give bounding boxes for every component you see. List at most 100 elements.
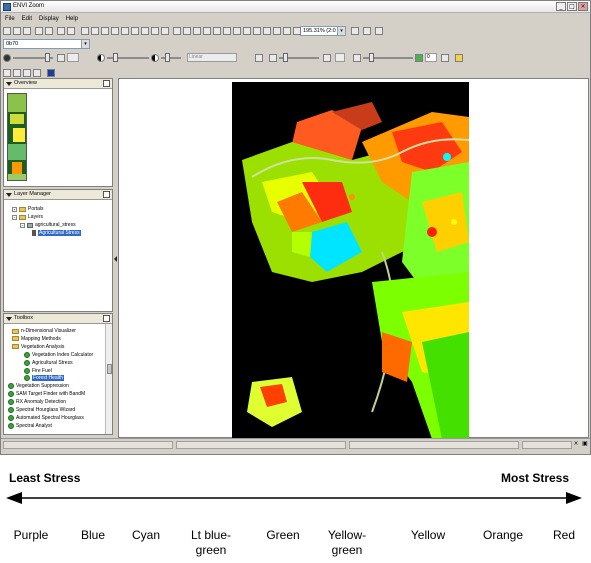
toolbox-item[interactable]: Fire Fuel [24,367,52,374]
collapse-icon[interactable]: − [12,214,17,220]
undo-icon[interactable] [57,27,65,35]
histogram-icon[interactable] [255,54,263,62]
rectangle-icon[interactable] [203,27,211,35]
arrow-icon[interactable] [173,27,181,35]
overview-header[interactable]: Overview [4,79,112,89]
collapse-left-icon[interactable] [114,256,117,262]
sharpen-slider-knob[interactable] [165,53,170,62]
menu-help[interactable]: Help [66,14,78,24]
collapse-icon[interactable] [6,193,12,197]
toolbox-item[interactable]: Automated Spectral Hourglass [8,414,84,421]
float-panel-icon[interactable] [103,191,110,198]
flicker-slider-knob[interactable] [369,53,374,62]
panel-toggle-icon[interactable]: ▣ [581,440,589,448]
collapse-icon[interactable] [6,82,12,86]
tree-item-agricultural-stress-raster[interactable]: − agricultural_stress [20,222,76,228]
toolbox-item[interactable]: RX Anomaly Detection [8,399,66,406]
band-combo[interactable]: 0b70 ▾ [3,39,90,49]
toolbox-item[interactable]: n-Dimensional Visualizer [12,328,76,334]
portal-icon[interactable] [415,54,423,62]
toolbox-item[interactable]: Vegetation Index Calculator [24,351,93,358]
polygon-icon[interactable] [183,27,191,35]
transparency-slider-knob[interactable] [283,53,288,62]
swipe-icon[interactable] [455,54,463,62]
save-icon[interactable] [23,27,31,35]
tree-item-portals[interactable]: + Portals [12,206,44,212]
crosshair-icon[interactable] [263,27,271,35]
freehand-icon[interactable] [233,27,241,35]
collapse-icon[interactable] [6,317,12,321]
toolbox-item[interactable]: Vegetation Analysis [12,344,64,350]
agricultural-stress-image[interactable] [232,82,469,439]
save-layer-icon[interactable] [13,69,21,77]
rotate-view-icon[interactable] [351,27,359,35]
zoom-icon[interactable] [273,27,281,35]
toolbox-item[interactable]: Spectral Analyst [8,422,52,429]
toolbox-item[interactable]: Spectral Hourglass Wizard [8,407,75,413]
layer-icon[interactable] [3,69,11,77]
menu-edit[interactable]: Edit [22,14,32,24]
open-icon[interactable] [13,27,21,35]
fly-icon[interactable] [111,27,119,35]
toolbox-scrollbar[interactable] [105,324,112,434]
close-icon[interactable]: × [572,440,580,448]
export-icon[interactable] [23,69,31,77]
contrast-slider-knob[interactable] [113,53,118,62]
tree-item-agricultural-stress-layer[interactable]: Agricultural Stress [32,230,81,236]
minimize-button[interactable]: _ [556,2,566,11]
chip-icon[interactable] [33,69,41,77]
toolbox-item[interactable]: Agricultural Stress [24,359,73,366]
pointer-icon[interactable] [81,27,89,35]
tree-item-layers[interactable]: − Layers [12,214,43,220]
overview-thumbnail[interactable] [7,93,27,181]
zoom-out-icon[interactable] [293,27,301,35]
toolbox-item[interactable]: Vegetation Suppression [8,383,69,390]
toolbox-item[interactable]: SAM Target Finder with BandM [8,391,85,398]
annotate-symbol-icon[interactable] [161,27,169,35]
annotate-text-icon[interactable] [151,27,159,35]
folder-icon [12,336,19,342]
layer-manager-header[interactable]: Layer Manager [4,190,112,200]
menu-file[interactable]: File [5,14,15,24]
flicker-rate-field[interactable]: 0 [425,53,437,62]
rotate-combo-icon[interactable] [363,27,371,35]
print-icon[interactable] [35,27,43,35]
layout-icon[interactable] [375,27,383,35]
ellipse-icon[interactable] [223,27,231,35]
picture-icon[interactable] [243,27,251,35]
collapse-icon[interactable]: − [20,222,25,228]
circle-icon[interactable] [193,27,201,35]
toolbox-item[interactable]: Mapping Methods [12,336,61,342]
menu-display[interactable]: Display [39,14,59,24]
redo-icon[interactable] [67,27,75,35]
pan-icon[interactable] [91,27,99,35]
reset-icon[interactable] [57,54,65,62]
scrollbar-thumb[interactable] [107,364,112,374]
select-icon[interactable] [121,27,129,35]
float-panel-icon[interactable] [103,80,110,87]
image-viewer[interactable] [118,78,589,439]
toolbox-item[interactable]: Forest Health [24,375,65,382]
maximize-button[interactable]: □ [567,2,577,11]
zoom-in-icon[interactable] [283,27,291,35]
new-icon[interactable] [3,27,11,35]
transparency-value[interactable] [335,53,345,62]
expand-icon[interactable]: + [12,206,17,212]
help-icon[interactable] [47,69,55,77]
rotate-icon[interactable] [101,27,109,35]
pause-icon[interactable] [441,54,449,62]
sharpen-icon[interactable] [269,54,277,62]
close-button[interactable]: × [578,2,588,11]
cursor-value-icon[interactable] [253,27,261,35]
toolbox-header[interactable]: Toolbox [4,314,112,324]
brightness-slider-knob[interactable] [45,53,50,62]
globe-icon[interactable] [45,27,53,35]
zoom-combo[interactable]: 195.31% (2:0 ▾ [300,26,346,36]
float-panel-icon[interactable] [103,315,110,322]
crop-icon[interactable] [131,27,139,35]
brightness-value[interactable] [67,53,79,62]
polyline-icon[interactable] [213,27,221,35]
flicker-icon[interactable] [353,54,361,62]
grid-icon[interactable] [141,27,149,35]
sharpen-slider[interactable] [161,57,181,59]
